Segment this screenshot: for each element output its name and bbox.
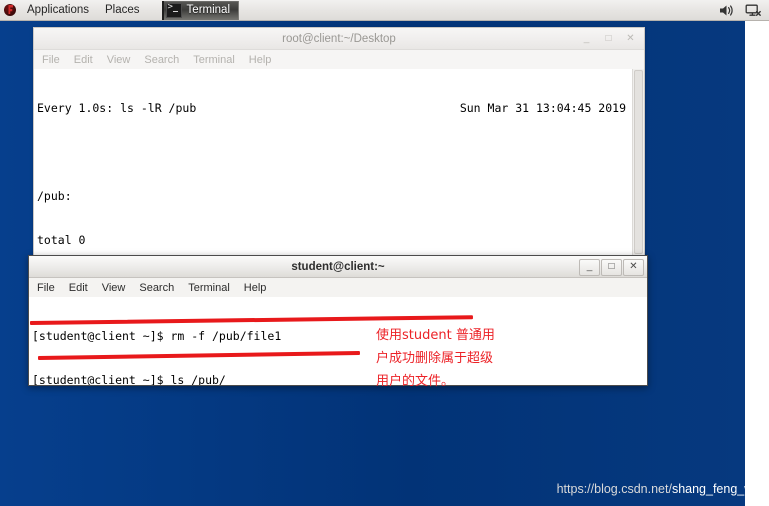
taskbar-window-label: Terminal xyxy=(186,4,231,16)
taskbar-window-terminal[interactable]: Terminal xyxy=(161,0,240,20)
menu-help[interactable]: Help xyxy=(249,54,280,66)
menu-edit[interactable]: Edit xyxy=(74,54,101,66)
watermark: https://blog.csdn.net/shang_feng_wei xyxy=(557,482,763,496)
window-student-title: student@client:~ xyxy=(291,260,385,273)
menu-view[interactable]: View xyxy=(102,282,134,294)
window-student-titlebar[interactable]: student@client:~ _ □ ✕ xyxy=(29,256,647,278)
window-root-controls: _ □ ✕ xyxy=(576,28,641,50)
root-terminal-output[interactable]: Every 1.0s: ls -lR /pub Sun Mar 31 13:04… xyxy=(34,69,644,261)
watermark-prefix: https://blog.csdn.net/ xyxy=(556,482,672,496)
watch-command: Every 1.0s: ls -lR /pub xyxy=(37,101,197,116)
menu-search[interactable]: Search xyxy=(144,54,187,66)
menu-file[interactable]: File xyxy=(42,54,68,66)
window-root-terminal[interactable]: root@client:~/Desktop _ □ ✕ File Edit Vi… xyxy=(33,27,645,262)
close-button[interactable]: ✕ xyxy=(623,258,644,276)
window-root-menubar: File Edit View Search Terminal Help xyxy=(34,50,644,69)
window-root-titlebar[interactable]: root@client:~/Desktop _ □ ✕ xyxy=(34,28,644,50)
screen-root: Applications Places Terminal xyxy=(0,0,769,506)
terminal-icon xyxy=(165,2,182,18)
top-panel-left: Applications Places Terminal xyxy=(0,0,240,21)
listing-dir-header: /pub: xyxy=(37,188,72,203)
maximize-button[interactable]: □ xyxy=(598,31,619,48)
page-margin-right xyxy=(745,0,769,506)
fedora-logo-icon xyxy=(3,3,17,17)
window-student-controls: _ □ ✕ xyxy=(579,256,644,278)
listing-total: total 0 xyxy=(37,232,86,247)
minimize-button[interactable]: _ xyxy=(579,258,600,276)
close-button[interactable]: ✕ xyxy=(620,31,641,48)
window-root-title: root@client:~/Desktop xyxy=(282,32,396,45)
watermark-username: shang_feng_wei xyxy=(671,482,763,496)
top-panel: Applications Places Terminal xyxy=(0,0,769,21)
menu-terminal[interactable]: Terminal xyxy=(193,54,243,66)
menu-view[interactable]: View xyxy=(107,54,139,66)
terminal-line: [student@client ~]$ ls /pub/ xyxy=(32,372,226,385)
watch-timestamp: Sun Mar 31 13:04:45 2019 xyxy=(459,101,626,116)
menu-edit[interactable]: Edit xyxy=(69,282,96,294)
menu-places[interactable]: Places xyxy=(97,0,148,21)
student-terminal-output[interactable]: [student@client ~]$ rm -f /pub/file1 [st… xyxy=(29,297,647,385)
terminal-line: [student@client ~]$ rm -f /pub/file1 xyxy=(32,329,282,344)
volume-icon[interactable] xyxy=(718,3,734,18)
display-network-icon[interactable] xyxy=(745,3,761,18)
scrollbar-thumb[interactable] xyxy=(634,70,643,255)
root-terminal-scrollbar[interactable] xyxy=(632,69,644,261)
menu-terminal[interactable]: Terminal xyxy=(188,282,238,294)
menu-applications[interactable]: Applications xyxy=(19,0,97,21)
watch-header-line: Every 1.0s: ls -lR /pub Sun Mar 31 13:04… xyxy=(37,101,644,116)
maximize-button[interactable]: □ xyxy=(601,258,622,276)
top-panel-tray xyxy=(718,3,769,18)
menu-help[interactable]: Help xyxy=(244,282,275,294)
window-student-menubar: File Edit View Search Terminal Help xyxy=(29,278,647,297)
menu-search[interactable]: Search xyxy=(139,282,182,294)
window-student-terminal[interactable]: student@client:~ _ □ ✕ File Edit View Se… xyxy=(28,255,648,386)
menu-file[interactable]: File xyxy=(37,282,63,294)
minimize-button[interactable]: _ xyxy=(576,31,597,48)
